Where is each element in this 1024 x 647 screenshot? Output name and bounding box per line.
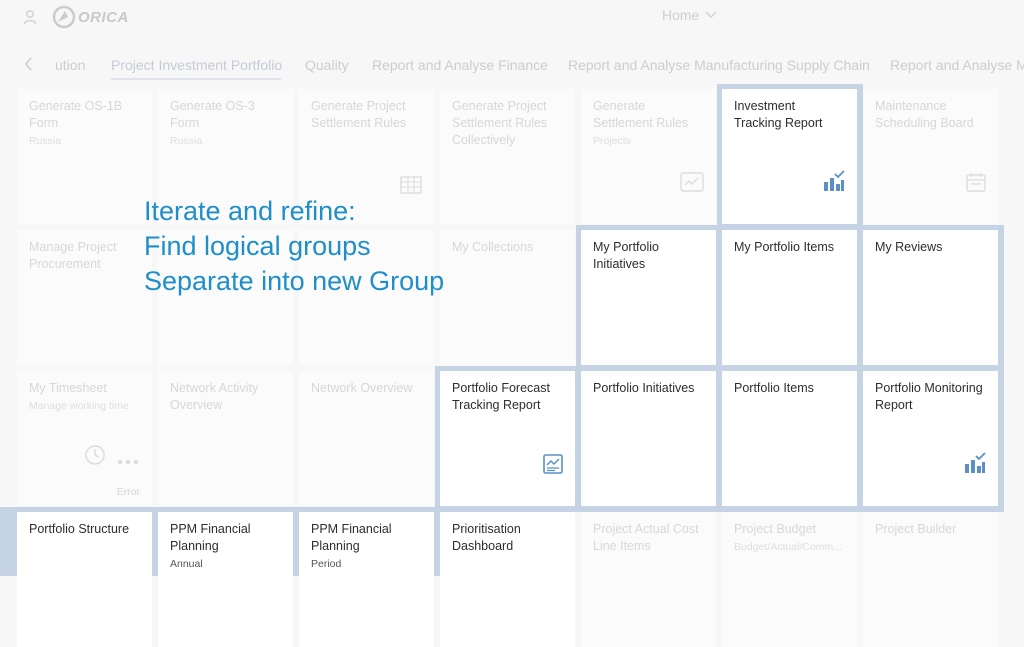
tile-subtitle: Annual <box>170 558 203 570</box>
tile-title: Portfolio Forecast Tracking Report <box>452 381 550 412</box>
tile-generate-project-settlement-rules-collectively[interactable]: Generate Project Settlement Rules Collec… <box>440 89 575 224</box>
tile-title: Prioritisation Dashboard <box>452 522 521 553</box>
tile-generate-settlement-rules[interactable]: Generate Settlement Rules Projects <box>581 89 716 224</box>
tile-title: Generate OS-1B Form <box>29 99 123 130</box>
tile-title: Manage Project Procurement <box>29 240 117 271</box>
tile-ppm-financial-planning-annual[interactable]: PPM Financial Planning Annual <box>158 512 293 647</box>
tile-title: My Portfolio Items <box>734 240 835 254</box>
annotation-line: Find logical groups <box>144 231 371 261</box>
tile-subtitle: Russia <box>29 135 62 147</box>
tab-project-investment-portfolio[interactable]: Project Investment Portfolio <box>111 57 282 73</box>
tile-project-budget[interactable]: Project Budget Budget/Actual/Comm... <box>722 512 857 647</box>
tile-network-activity-overview[interactable]: Network Activity Overview <box>158 371 293 506</box>
company-logo[interactable]: ORICA <box>52 5 129 29</box>
tile-my-collections[interactable]: My Collections <box>440 230 575 365</box>
chevron-left-icon[interactable] <box>24 57 34 71</box>
tile-title: Maintenance Scheduling Board <box>875 99 974 130</box>
tile-investment-tracking-report[interactable]: Investment Tracking Report <box>722 89 857 224</box>
tile-generate-os-1b-form[interactable]: Generate OS-1B Form Russia <box>17 89 152 224</box>
tile-title: Portfolio Monitoring Report <box>875 381 983 412</box>
tile-portfolio-monitoring-report[interactable]: Portfolio Monitoring Report <box>863 371 998 506</box>
tile-title: Generate Project Settlement Rules Collec… <box>452 99 548 147</box>
tile-maintenance-scheduling-board[interactable]: Maintenance Scheduling Board <box>863 89 998 224</box>
tab-quality[interactable]: Quality <box>305 57 349 73</box>
tile-title: Investment Tracking Report <box>734 99 823 130</box>
tile-manage-project-procurement[interactable]: Manage Project Procurement <box>17 230 152 365</box>
annotation-line: Iterate and refine: <box>144 196 356 226</box>
shell-bar: ORICA Home <box>0 0 1024 36</box>
tile-subtitle: Projects <box>593 135 631 147</box>
tile-title: Project Budget <box>734 522 816 536</box>
tile-subtitle: Period <box>311 558 342 570</box>
tile-title: Project Actual Cost Line Items <box>593 522 699 553</box>
tile-title: PPM Financial Planning <box>311 522 392 553</box>
annotation-overlay: Iterate and refine: Find logical groups … <box>144 194 444 299</box>
group-tab-bar: ution Project Investment Portfolio Quali… <box>0 50 1024 80</box>
tile-title: Portfolio Initiatives <box>593 381 695 395</box>
tile-my-portfolio-initiatives[interactable]: My Portfolio Initiatives <box>581 230 716 365</box>
home-label: Home <box>662 7 700 23</box>
tile-ppm-financial-planning-period[interactable]: PPM Financial Planning Period <box>299 512 434 647</box>
tile-title: My Timesheet <box>29 381 107 395</box>
tab-report-analyse-finance[interactable]: Report and Analyse Finance <box>372 57 548 73</box>
tile-subtitle: Russia <box>170 135 203 147</box>
forecast-icon <box>543 454 563 474</box>
tile-title: Network Overview <box>311 381 413 395</box>
calendar-icon <box>966 173 986 192</box>
more-icon <box>117 459 139 465</box>
tile-footer-status: Error <box>116 486 140 498</box>
tile-title: My Portfolio Initiatives <box>593 240 659 271</box>
logo-text: ORICA <box>78 8 129 26</box>
tile-prioritisation-dashboard[interactable]: Prioritisation Dashboard <box>440 512 575 647</box>
analytics-icon <box>824 170 845 191</box>
tile-title: Network Activity Overview <box>170 381 259 412</box>
tile-title: Generate Settlement Rules <box>593 99 689 130</box>
tile-title: Generate OS-3 Form <box>170 99 255 130</box>
logo-mark-icon <box>52 5 76 29</box>
report-icon <box>680 172 704 192</box>
annotation-line: Separate into new Group <box>144 266 445 296</box>
tile-title: Generate Project Settlement Rules <box>311 99 407 130</box>
tile-title: Portfolio Items <box>734 381 814 395</box>
tile-portfolio-items[interactable]: Portfolio Items <box>722 371 857 506</box>
history-icon <box>85 445 105 465</box>
table-icon <box>400 176 422 194</box>
tile-title: My Reviews <box>875 240 943 254</box>
tile-my-timesheet[interactable]: My Timesheet Manage working time Error <box>17 371 152 506</box>
tile-title: PPM Financial Planning <box>170 522 251 553</box>
tile-title: Portfolio Structure <box>29 522 130 536</box>
tile-portfolio-forecast-tracking-report[interactable]: Portfolio Forecast Tracking Report <box>440 371 575 506</box>
tile-project-actual-cost-line-items[interactable]: Project Actual Cost Line Items <box>581 512 716 647</box>
tile-portfolio-structure[interactable]: Portfolio Structure <box>17 512 152 647</box>
tile-portfolio-initiatives[interactable]: Portfolio Initiatives <box>581 371 716 506</box>
tile-my-reviews[interactable]: My Reviews <box>863 230 998 365</box>
tile-network-overview[interactable]: Network Overview <box>299 371 434 506</box>
tile-subtitle: Budget/Actual/Comm... <box>734 541 842 553</box>
user-icon[interactable] <box>22 9 38 25</box>
tile-my-portfolio-items[interactable]: My Portfolio Items <box>722 230 857 365</box>
tab-report-analyse-manufacturing[interactable]: Report and Analyse Manufacturing Supply … <box>568 57 870 73</box>
tile-subtitle: Manage working time <box>29 400 129 412</box>
tile-project-builder[interactable]: Project Builder <box>863 512 998 647</box>
tab-ution[interactable]: ution <box>55 57 85 73</box>
chevron-down-icon <box>705 11 717 18</box>
tab-report-analyse-m[interactable]: Report and Analyse M <box>890 57 1024 73</box>
tab-selected-indicator <box>111 78 281 80</box>
analytics-icon <box>965 452 986 473</box>
tile-title: Project Builder <box>875 522 957 536</box>
home-menu-button[interactable]: Home <box>662 7 717 23</box>
tile-title: My Collections <box>452 240 534 254</box>
